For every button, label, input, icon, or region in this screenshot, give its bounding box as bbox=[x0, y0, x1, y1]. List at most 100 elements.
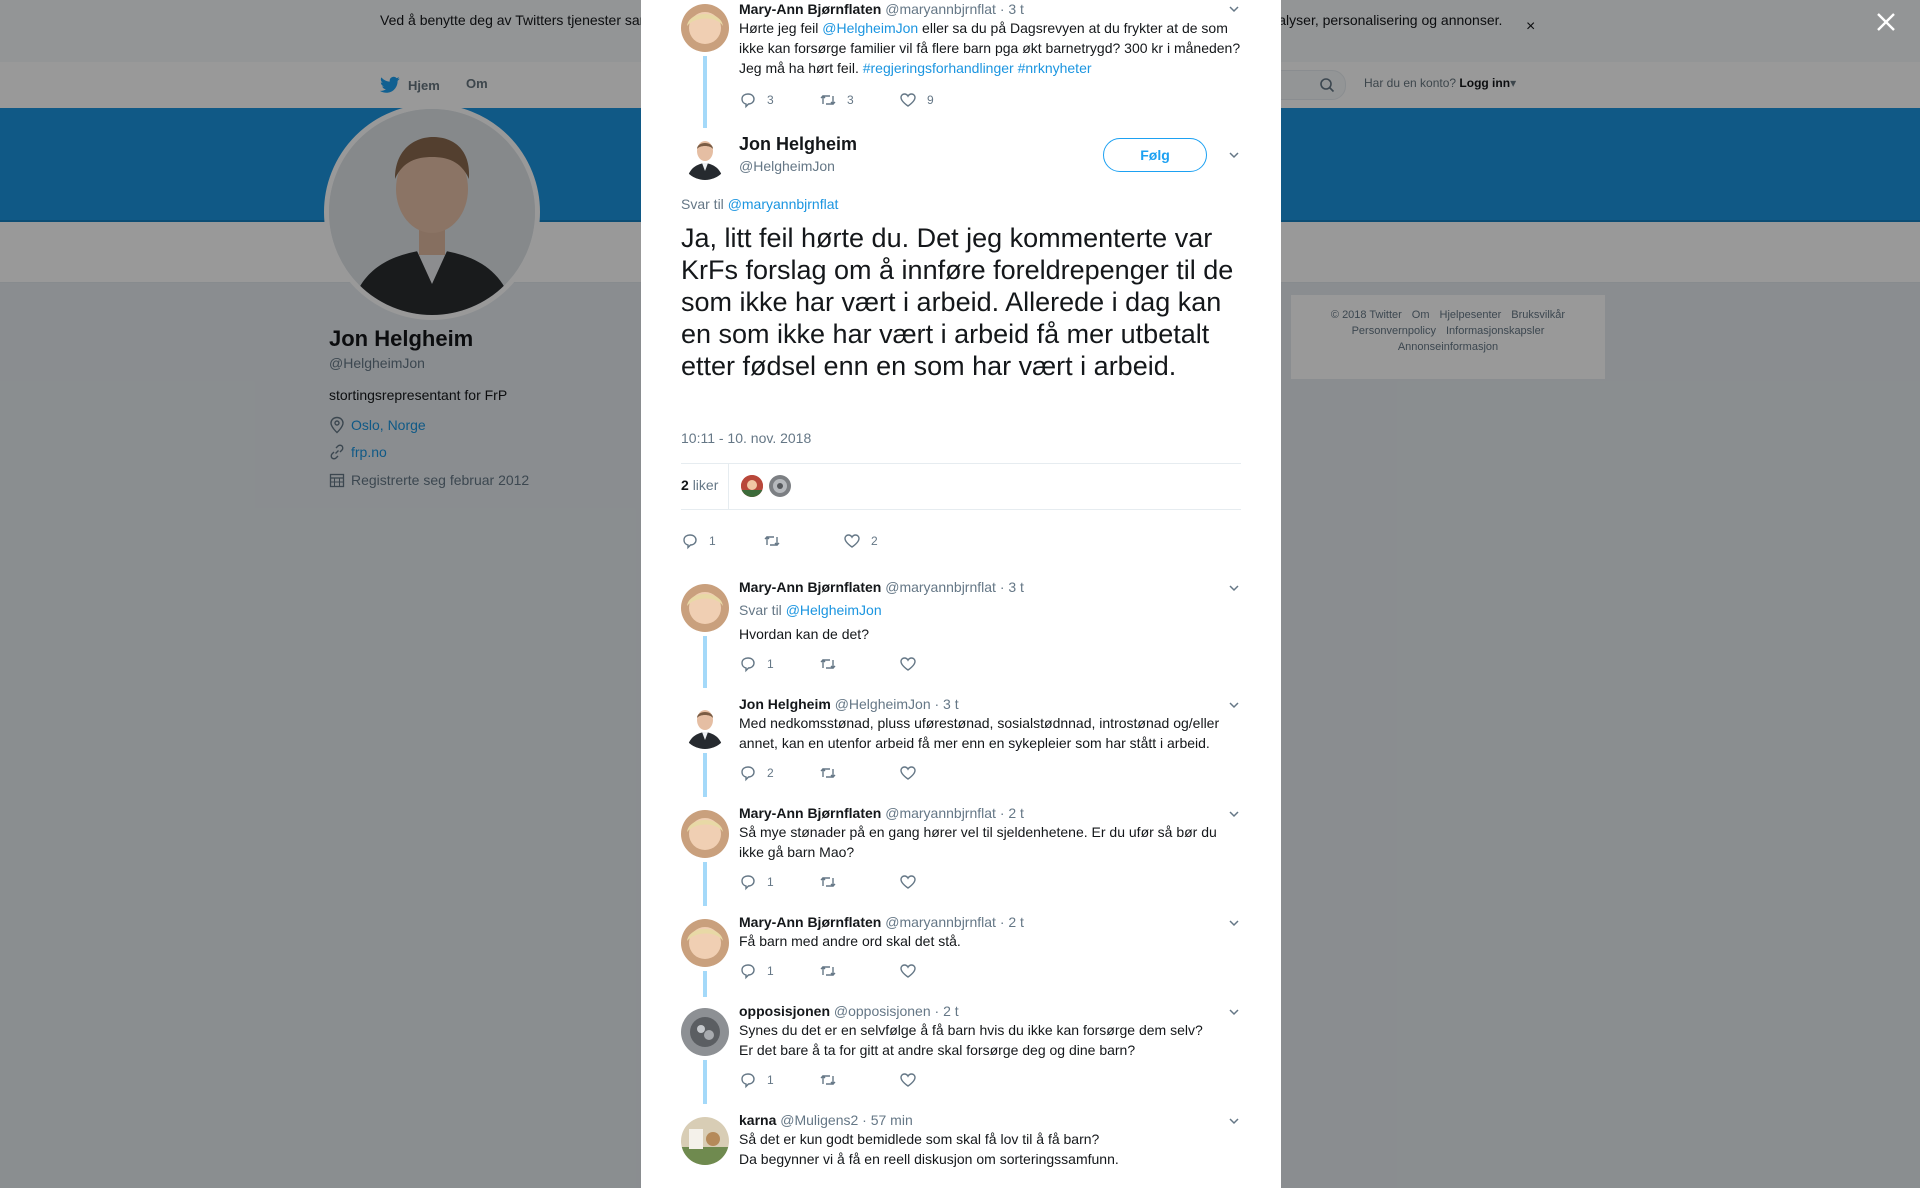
divider bbox=[681, 509, 1241, 510]
avatar-photo bbox=[681, 584, 729, 632]
tweet-time[interactable]: · 2 t bbox=[1000, 914, 1024, 930]
reply-tweet[interactable]: Mary-Ann Bjørnflaten @maryannbjrnflat · … bbox=[681, 804, 1241, 908]
chevron-down-icon[interactable] bbox=[1227, 698, 1241, 712]
avatar[interactable] bbox=[681, 1117, 729, 1165]
main-tweet-text: Ja, litt feil hørte du. Det jeg kommente… bbox=[681, 223, 1234, 381]
author-handle[interactable]: @maryannbjrnflat bbox=[885, 579, 996, 595]
reply-tweet[interactable]: Jon Helgheim @HelgheimJon · 3 t Med nedk… bbox=[681, 695, 1241, 799]
reply-icon bbox=[741, 766, 755, 782]
reply-to-link[interactable]: @HelgheimJon bbox=[786, 602, 882, 618]
author-name[interactable]: Mary-Ann Bjørnflaten bbox=[739, 914, 881, 930]
avatar-photo bbox=[681, 132, 729, 180]
tweet-time[interactable]: · 3 t bbox=[1000, 1, 1024, 17]
like-button[interactable] bbox=[899, 655, 979, 673]
retweet-icon bbox=[820, 966, 836, 976]
avatar[interactable] bbox=[681, 584, 729, 632]
reply-tweet[interactable]: karna @Muligens2 · 57 min Så det er kun … bbox=[681, 1111, 1241, 1188]
retweet-button[interactable] bbox=[819, 873, 899, 891]
reply-button[interactable]: 1 bbox=[739, 655, 819, 673]
tweet-text: Hørte jeg feil @HelgheimJon eller sa du … bbox=[739, 18, 1241, 78]
tweet-time[interactable]: · 2 t bbox=[1000, 805, 1024, 821]
like-button[interactable] bbox=[899, 764, 979, 782]
avatar-photo bbox=[681, 1117, 729, 1165]
follow-button[interactable]: Følg bbox=[1103, 138, 1207, 172]
likes-link[interactable]: 2 liker bbox=[681, 477, 718, 493]
author-handle[interactable]: @Muligens2 bbox=[780, 1112, 858, 1128]
heart-icon bbox=[844, 534, 860, 548]
tweet-time[interactable]: · 3 t bbox=[1000, 579, 1024, 595]
heart-icon bbox=[900, 964, 916, 978]
author-handle[interactable]: @maryannbjrnflat bbox=[885, 914, 996, 930]
chevron-down-icon[interactable] bbox=[1227, 148, 1241, 162]
chevron-down-icon[interactable] bbox=[1227, 2, 1241, 16]
tweet-permalink-modal: Mary-Ann Bjørnflaten @maryannbjrnflat · … bbox=[641, 0, 1281, 1188]
like-button[interactable] bbox=[899, 1071, 979, 1089]
reply-button[interactable]: 1 bbox=[739, 873, 819, 891]
retweet-button[interactable] bbox=[763, 532, 843, 550]
reply-to-link[interactable]: @maryannbjrnflat bbox=[728, 196, 839, 212]
liker-avatar[interactable] bbox=[741, 475, 763, 497]
liker-avatar[interactable] bbox=[769, 475, 791, 497]
author-handle[interactable]: @HelgheimJon bbox=[835, 696, 931, 712]
avatar[interactable] bbox=[681, 132, 729, 180]
chevron-down-icon[interactable] bbox=[1227, 1005, 1241, 1019]
reply-button[interactable]: 3 bbox=[739, 91, 819, 109]
chevron-down-icon[interactable] bbox=[1227, 807, 1241, 821]
avatar[interactable] bbox=[681, 810, 729, 858]
avatar[interactable] bbox=[681, 4, 729, 52]
tweet-text: Så det er kun godt bemidlede som skal få… bbox=[739, 1131, 1100, 1147]
chevron-down-icon[interactable] bbox=[1227, 1114, 1241, 1128]
tweet-time[interactable]: · 2 t bbox=[935, 1003, 959, 1019]
reply-prefix: Svar til bbox=[681, 196, 724, 212]
close-icon[interactable] bbox=[1874, 10, 1898, 34]
avatar-photo bbox=[681, 810, 729, 858]
reply-button[interactable]: 1 bbox=[681, 532, 763, 550]
reply-button[interactable]: 1 bbox=[739, 962, 819, 980]
avatar-photo bbox=[681, 701, 729, 749]
tweet-time[interactable]: · 3 t bbox=[935, 696, 959, 712]
like-button[interactable]: 2 bbox=[843, 532, 923, 550]
like-button[interactable]: 9 bbox=[899, 91, 979, 109]
reply-button[interactable]: 1 bbox=[739, 1071, 819, 1089]
reply-icon bbox=[741, 1073, 755, 1089]
reply-button[interactable]: 2 bbox=[739, 764, 819, 782]
chevron-down-icon[interactable] bbox=[1227, 916, 1241, 930]
avatar[interactable] bbox=[681, 1008, 729, 1056]
retweet-button[interactable] bbox=[819, 764, 899, 782]
author-name[interactable]: karna bbox=[739, 1112, 776, 1128]
reply-tweet[interactable]: Mary-Ann Bjørnflaten @maryannbjrnflat · … bbox=[681, 913, 1241, 997]
tweet-text-part: Hørte jeg feil bbox=[739, 20, 823, 36]
author-handle[interactable]: @maryannbjrnflat bbox=[885, 805, 996, 821]
reply-count: 1 bbox=[767, 1073, 774, 1087]
retweet-button[interactable]: 3 bbox=[819, 91, 899, 109]
like-button[interactable] bbox=[899, 962, 979, 980]
author-name[interactable]: opposisjonen bbox=[739, 1003, 830, 1019]
avatar[interactable] bbox=[681, 701, 729, 749]
chevron-down-icon[interactable] bbox=[1227, 581, 1241, 595]
mention-link[interactable]: @HelgheimJon bbox=[822, 20, 918, 36]
hashtag-links[interactable]: #regjeringsforhandlinger #nrknyheter bbox=[863, 60, 1092, 76]
author-handle[interactable]: @maryannbjrnflat bbox=[885, 1, 996, 17]
avatar-photo bbox=[681, 4, 729, 52]
avatar[interactable] bbox=[681, 919, 729, 967]
reply-tweet[interactable]: opposisjonen @opposisjonen · 2 t Synes d… bbox=[681, 1002, 1241, 1106]
reply-tweet[interactable]: Mary-Ann Bjørnflaten @maryannbjrnflat · … bbox=[681, 578, 1241, 690]
reply-icon bbox=[741, 657, 755, 673]
liker-photo bbox=[741, 475, 763, 497]
tweet-text: Få barn med andre ord skal det stå. bbox=[739, 933, 961, 949]
avatar-photo bbox=[681, 1008, 729, 1056]
parent-tweet[interactable]: Mary-Ann Bjørnflaten @maryannbjrnflat · … bbox=[681, 0, 1241, 128]
author-name[interactable]: Mary-Ann Bjørnflaten bbox=[739, 579, 881, 595]
retweet-button[interactable] bbox=[819, 962, 899, 980]
author-handle[interactable]: @opposisjonen bbox=[834, 1003, 931, 1019]
retweet-button[interactable] bbox=[819, 1071, 899, 1089]
author-name[interactable]: Jon Helgheim bbox=[739, 696, 831, 712]
like-button[interactable] bbox=[899, 873, 979, 891]
retweet-button[interactable] bbox=[819, 655, 899, 673]
tweet-timestamp[interactable]: 10:11 - 10. nov. 2018 bbox=[681, 430, 811, 446]
author-name[interactable]: Mary-Ann Bjørnflaten bbox=[739, 805, 881, 821]
retweet-icon bbox=[820, 1075, 836, 1085]
author-name[interactable]: Mary-Ann Bjørnflaten bbox=[739, 1, 881, 17]
tweet-time[interactable]: · 57 min bbox=[862, 1112, 913, 1128]
thread-line bbox=[703, 636, 707, 688]
